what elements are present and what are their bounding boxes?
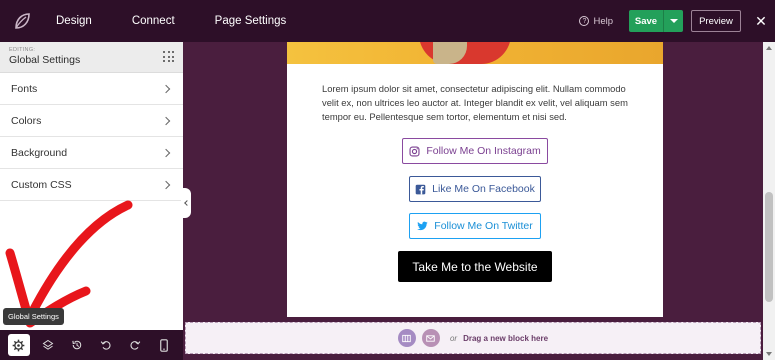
- save-button[interactable]: Save: [629, 10, 663, 32]
- sidebar-item-label: Fonts: [11, 82, 38, 95]
- block-dropzone[interactable]: or Drag a new block here: [185, 322, 761, 354]
- top-actions: ? Help Save Preview ✕: [579, 0, 775, 42]
- website-button[interactable]: Take Me to the Website: [398, 251, 552, 282]
- preview-button[interactable]: Preview: [691, 10, 741, 32]
- bottom-toolbar: [0, 330, 183, 360]
- sidebar-item-label: Custom CSS: [11, 178, 72, 191]
- mobile-icon: [160, 338, 169, 352]
- sidebar-item-label: Background: [11, 146, 68, 159]
- sidebar-item-custom-css[interactable]: Custom CSS: [0, 169, 183, 201]
- instagram-button-label: Follow Me On Instagram: [426, 145, 541, 157]
- sidebar-header: EDITING: Global Settings: [0, 42, 183, 73]
- grid-menu-icon[interactable]: [163, 51, 175, 63]
- redo-button[interactable]: [124, 334, 146, 356]
- redo-icon: [130, 341, 141, 350]
- chevron-right-icon: [161, 84, 171, 93]
- dropzone-text: Drag a new block here: [463, 333, 549, 343]
- global-settings-tooltip: Global Settings: [3, 308, 64, 325]
- sidebar-item-fonts[interactable]: Fonts: [0, 73, 183, 105]
- add-template-button[interactable]: [421, 329, 440, 347]
- scroll-up-arrow-icon[interactable]: [763, 42, 775, 54]
- columns-icon: [402, 334, 412, 342]
- editing-label: EDITING:: [9, 47, 36, 53]
- page-content: Lorem ipsum dolor sit amet, consectetur …: [287, 42, 663, 317]
- instagram-icon: [409, 145, 420, 157]
- twitter-button-label: Follow Me On Twitter: [434, 220, 533, 232]
- top-nav: Design Connect Page Settings: [44, 0, 306, 42]
- sidebar-item-label: Colors: [11, 114, 42, 127]
- sidebar-item-colors[interactable]: Colors: [0, 105, 183, 137]
- instagram-button[interactable]: Follow Me On Instagram: [402, 138, 548, 164]
- global-settings-button[interactable]: [7, 334, 30, 356]
- help-icon: ?: [579, 16, 590, 26]
- settings-menu: Fonts Colors Background Custom CSS: [0, 73, 183, 201]
- nav-page-settings[interactable]: Page Settings: [195, 0, 307, 42]
- help-link[interactable]: ? Help: [579, 16, 613, 27]
- sidebar-item-background[interactable]: Background: [0, 137, 183, 169]
- facebook-button[interactable]: Like Me On Facebook: [409, 176, 541, 202]
- revisions-button[interactable]: [66, 334, 88, 356]
- save-group: Save: [629, 10, 683, 32]
- save-options-dropdown[interactable]: [663, 10, 683, 32]
- layers-button[interactable]: [37, 334, 59, 356]
- close-icon[interactable]: ✕: [751, 13, 771, 30]
- chevron-right-icon: [161, 116, 171, 125]
- add-section-button[interactable]: [397, 329, 416, 347]
- nav-connect[interactable]: Connect: [112, 0, 195, 42]
- top-bar: Design Connect Page Settings ? Help Save…: [0, 0, 775, 42]
- body-text[interactable]: Lorem ipsum dolor sit amet, consectetur …: [322, 82, 637, 125]
- chevron-left-icon: [184, 200, 190, 206]
- sidebar-title: Global Settings: [9, 54, 81, 66]
- scroll-down-arrow-icon[interactable]: [763, 348, 775, 360]
- chevron-down-icon: [669, 19, 678, 23]
- chevron-right-icon: [161, 148, 171, 157]
- mobile-preview-button[interactable]: [153, 334, 175, 356]
- undo-button[interactable]: [95, 334, 117, 356]
- twitter-icon: [417, 221, 428, 231]
- facebook-button-label: Like Me On Facebook: [432, 183, 535, 195]
- hero-image[interactable]: [287, 42, 663, 64]
- history-icon: [72, 340, 82, 350]
- nav-design[interactable]: Design: [44, 0, 112, 42]
- page-canvas: Lorem ipsum dolor sit amet, consectetur …: [183, 42, 763, 360]
- envelope-icon: [426, 334, 436, 342]
- sidebar-collapse-toggle[interactable]: [181, 188, 191, 218]
- undo-icon: [100, 341, 111, 350]
- facebook-icon: [415, 184, 426, 194]
- help-label: Help: [593, 15, 613, 27]
- layers-icon: [42, 339, 54, 350]
- scrollbar-thumb[interactable]: [765, 192, 773, 302]
- gear-icon: [12, 339, 25, 351]
- seedprod-logo-icon[interactable]: [0, 0, 44, 42]
- dropzone-or: or: [449, 333, 458, 343]
- twitter-button[interactable]: Follow Me On Twitter: [409, 213, 541, 239]
- chevron-right-icon: [161, 180, 171, 189]
- canvas-scrollbar[interactable]: [763, 42, 775, 360]
- sidebar: EDITING: Global Settings Fonts Colors Ba…: [0, 42, 183, 330]
